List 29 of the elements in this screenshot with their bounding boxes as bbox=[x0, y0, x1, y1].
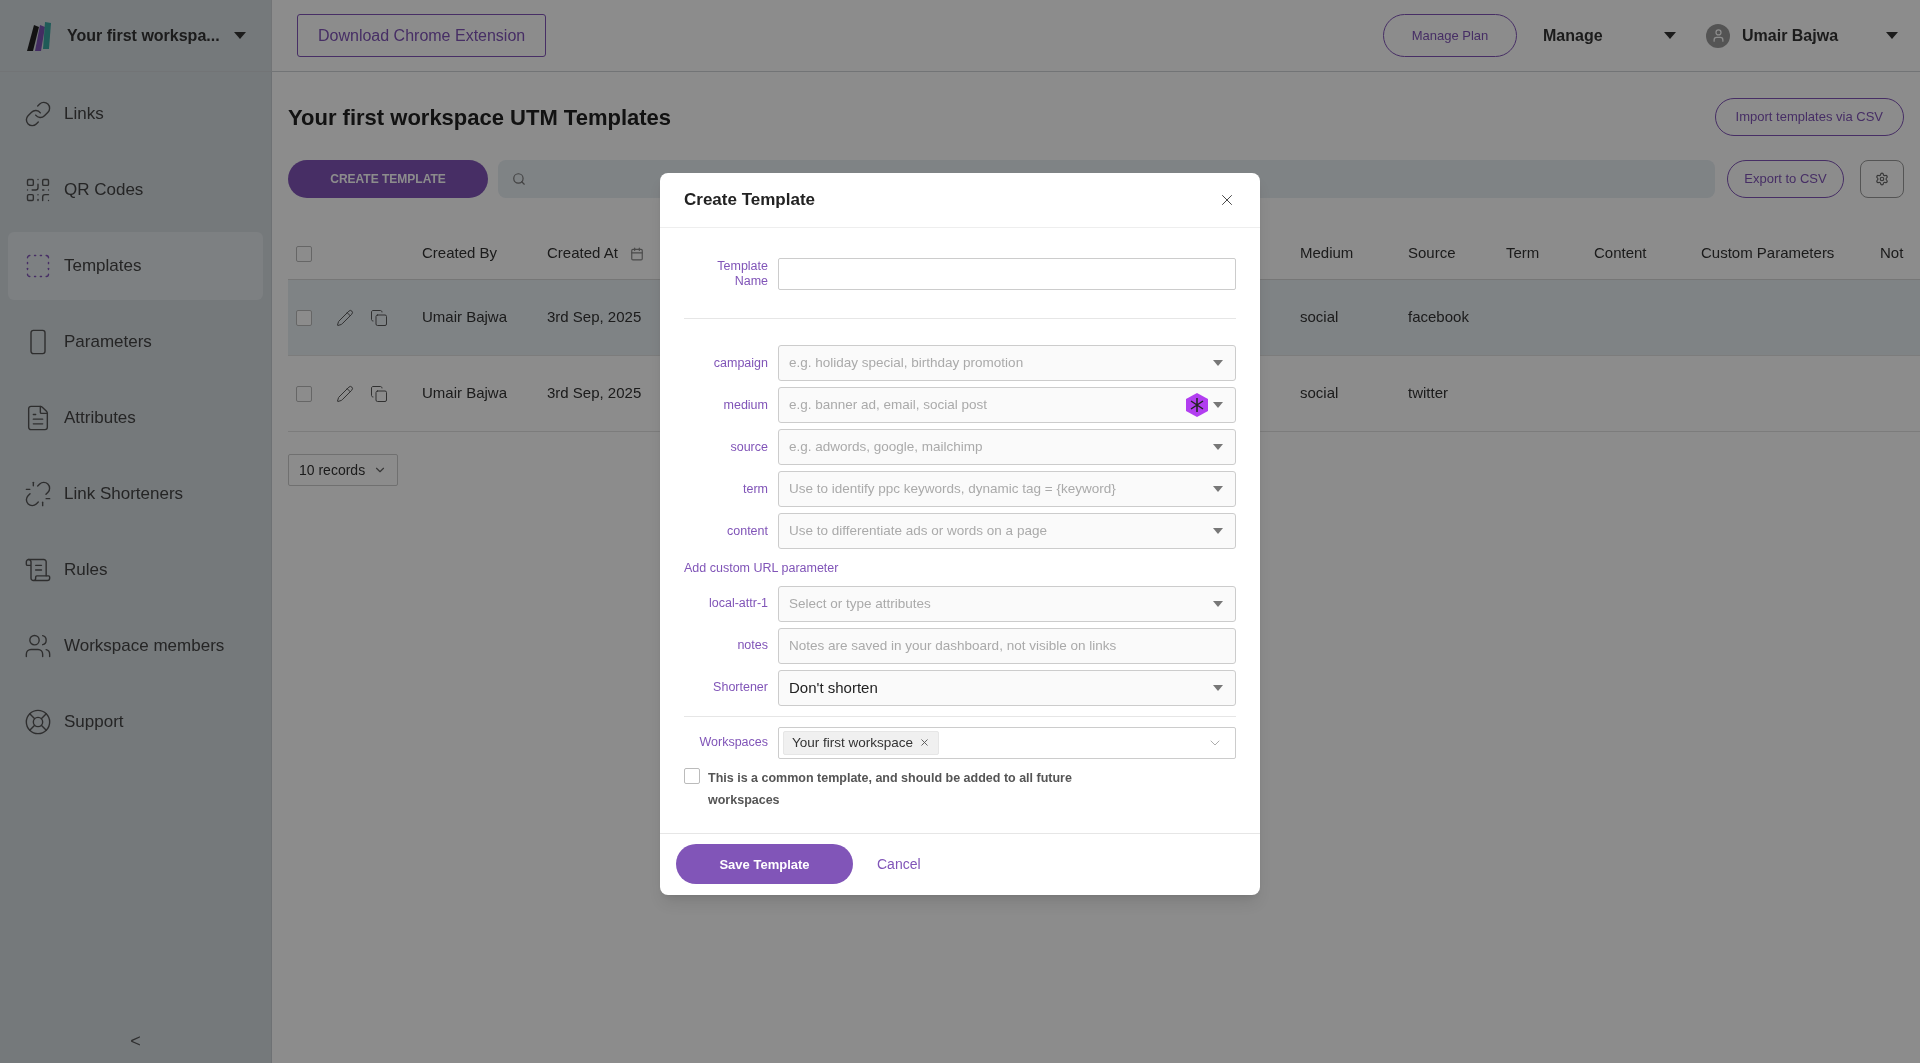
table-cell-text: Umair Bajwa bbox=[422, 383, 508, 404]
field-label: Shortener bbox=[712, 679, 768, 697]
checkbox-label: This is a common template, and should be added to all future workspaces bbox=[708, 769, 1073, 809]
field-label: campaign bbox=[712, 354, 768, 372]
field-label: medium bbox=[722, 396, 768, 414]
table-cell-text: social bbox=[1300, 307, 1339, 328]
page-title: Your first workspace UTM Templates bbox=[288, 103, 673, 132]
table-cell-text: Umair Bajwa bbox=[422, 307, 508, 328]
column-header: Term bbox=[1506, 243, 1540, 264]
field-label: source bbox=[729, 438, 768, 456]
column-header: Content bbox=[1594, 243, 1647, 264]
table-cell-text: social bbox=[1300, 383, 1339, 404]
table-cell-text: facebook bbox=[1408, 307, 1469, 328]
workspace-tag: Your first workspace bbox=[783, 730, 940, 755]
column-header: Source bbox=[1408, 243, 1456, 264]
field-label: notes bbox=[736, 637, 768, 655]
field-label: content bbox=[726, 522, 768, 540]
column-header: Not bbox=[1880, 243, 1904, 264]
table-cell-text: 3rd Sep, 2025 bbox=[547, 307, 642, 328]
field-label: term bbox=[742, 480, 768, 498]
column-header: Medium bbox=[1300, 243, 1354, 264]
dialog-title: Create Template bbox=[684, 189, 816, 212]
column-header: Created At bbox=[547, 243, 618, 264]
table-cell-text: twitter bbox=[1408, 383, 1448, 404]
field-label: local-attr-1 bbox=[707, 595, 768, 613]
field-label: Workspaces bbox=[698, 734, 768, 752]
table-cell-text: 3rd Sep, 2025 bbox=[547, 383, 642, 404]
column-header: Custom Parameters bbox=[1701, 243, 1835, 264]
column-header: Created By bbox=[422, 243, 498, 264]
